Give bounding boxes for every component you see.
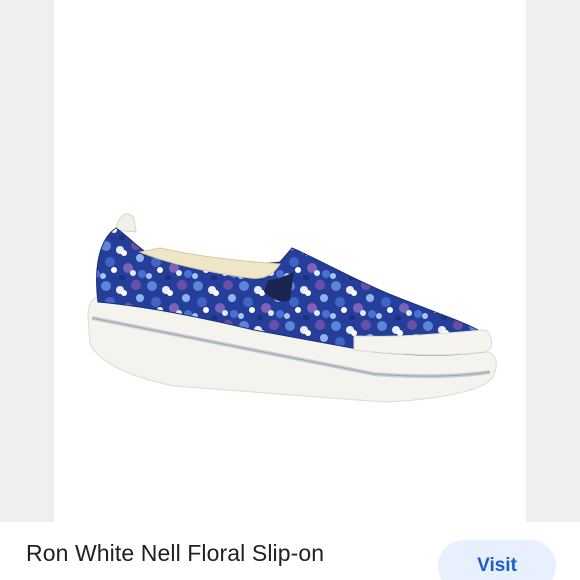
product-preview-page: Ron White Nell Floral Slip-on Visit: [0, 0, 580, 580]
shoe-illustration: [87, 213, 497, 403]
product-image[interactable]: [54, 0, 526, 522]
next-image-panel[interactable]: [526, 0, 580, 522]
product-title[interactable]: Ron White Nell Floral Slip-on: [26, 540, 324, 567]
visit-button[interactable]: Visit: [438, 540, 556, 580]
previous-image-panel[interactable]: [0, 0, 54, 522]
